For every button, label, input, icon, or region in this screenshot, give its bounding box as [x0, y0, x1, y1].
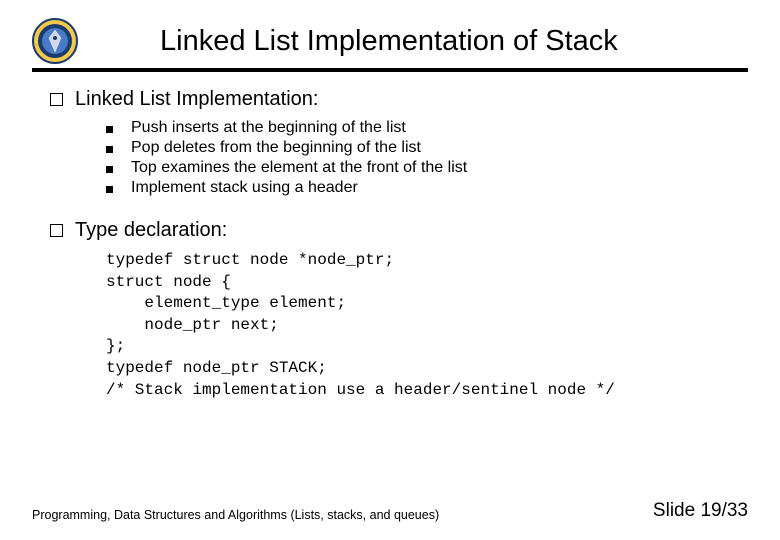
logo-icon — [32, 18, 78, 64]
list-item: Implement stack using a header — [106, 179, 748, 197]
square-bullet-icon — [50, 224, 63, 237]
footer: Programming, Data Structures and Algorit… — [32, 500, 748, 522]
list-item-text: Pop deletes from the beginning of the li… — [131, 139, 421, 157]
sub-list-1: Push inserts at the beginning of the lis… — [106, 119, 748, 197]
square-bullet-icon — [106, 126, 113, 133]
heading-text: Type declaration: — [75, 219, 227, 242]
footer-right: Slide 19/33 — [653, 500, 748, 522]
section-heading-2: Type declaration: — [50, 219, 748, 242]
divider — [32, 68, 748, 72]
heading-text: Linked List Implementation: — [75, 88, 318, 111]
section-heading-1: Linked List Implementation: — [50, 88, 748, 111]
footer-left: Programming, Data Structures and Algorit… — [32, 508, 439, 522]
code-block: typedef struct node *node_ptr; struct no… — [106, 250, 748, 401]
list-item: Pop deletes from the beginning of the li… — [106, 139, 748, 157]
content: Linked List Implementation: Push inserts… — [32, 88, 748, 401]
page-title: Linked List Implementation of Stack — [160, 25, 618, 58]
list-item: Push inserts at the beginning of the lis… — [106, 119, 748, 137]
slide: Linked List Implementation of Stack Link… — [0, 0, 780, 540]
list-item-text: Top examines the element at the front of… — [131, 159, 467, 177]
square-bullet-icon — [50, 93, 63, 106]
header-row: Linked List Implementation of Stack — [32, 18, 748, 64]
square-bullet-icon — [106, 166, 113, 173]
list-item-text: Push inserts at the beginning of the lis… — [131, 119, 406, 137]
list-item: Top examines the element at the front of… — [106, 159, 748, 177]
square-bullet-icon — [106, 146, 113, 153]
list-item-text: Implement stack using a header — [131, 179, 358, 197]
square-bullet-icon — [106, 186, 113, 193]
